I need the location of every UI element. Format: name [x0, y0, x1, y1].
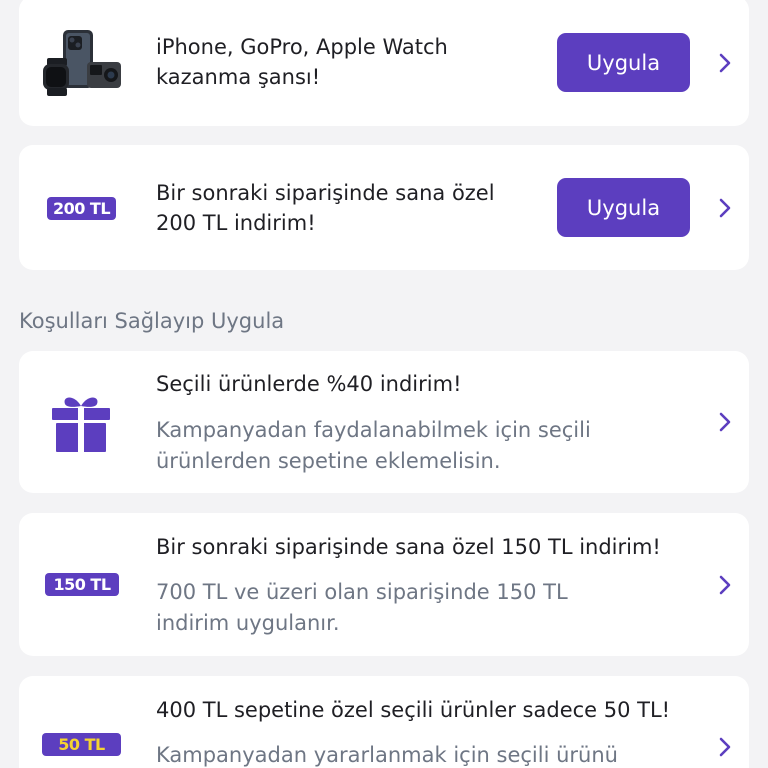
discount-badge-50: 50 TL — [42, 733, 121, 756]
condition-gift-desc-line-2: ürünlerden sepetine eklemelisin. — [156, 449, 501, 473]
condition-card-gift[interactable]: Seçili ürünlerde %40 indirim! Kampanyada… — [19, 351, 749, 493]
condition-150-desc-line-2: indirim uygulanır. — [156, 611, 340, 635]
apply-discount-200-button[interactable]: Uygula — [557, 178, 690, 237]
discount-badge-200: 200 TL — [47, 197, 116, 220]
discount-200-title-line-1: Bir sonraki siparişinde sana özel — [156, 181, 495, 205]
apply-prize-button[interactable]: Uygula — [557, 33, 690, 92]
discount-200-title-line-2: 200 TL indirim! — [156, 211, 316, 235]
chevron-right-icon[interactable] — [717, 574, 733, 596]
discount-200-card[interactable]: 200 TL Bir sonraki siparişinde sana özel… — [19, 145, 749, 270]
condition-50-desc-line-1: Kampanyadan yararlanmak için seçili ürün… — [156, 743, 618, 767]
chevron-right-icon[interactable] — [717, 52, 733, 74]
condition-card-150[interactable]: 150 TL Bir sonraki siparişinde sana özel… — [19, 513, 749, 656]
discount-badge-150: 150 TL — [45, 573, 119, 596]
prize-title-line-2: kazanma şansı! — [156, 65, 321, 89]
condition-150-desc-line-1: 700 TL ve üzeri olan siparişinde 150 TL — [156, 580, 568, 604]
devices-prize-image — [43, 30, 121, 96]
chevron-right-icon[interactable] — [717, 197, 733, 219]
condition-gift-desc-line-1: Kampanyadan faydalanabilmek için seçili — [156, 418, 591, 442]
prize-title-line-1: iPhone, GoPro, Apple Watch — [156, 35, 448, 59]
condition-gift-title: Seçili ürünlerde %40 indirim! — [156, 372, 462, 396]
chevron-right-icon[interactable] — [717, 736, 733, 758]
condition-150-title: Bir sonraki siparişinde sana özel 150 TL… — [156, 535, 661, 559]
condition-card-50[interactable]: 50 TL 400 TL sepetine özel seçili ürünle… — [19, 676, 749, 768]
gift-icon — [52, 397, 110, 452]
section-title: Koşulları Sağlayıp Uygula — [19, 309, 285, 333]
prize-campaign-card[interactable]: iPhone, GoPro, Apple Watch kazanma şansı… — [19, 0, 749, 126]
condition-50-title: 400 TL sepetine özel seçili ürünler sade… — [156, 698, 671, 722]
chevron-right-icon[interactable] — [717, 411, 733, 433]
